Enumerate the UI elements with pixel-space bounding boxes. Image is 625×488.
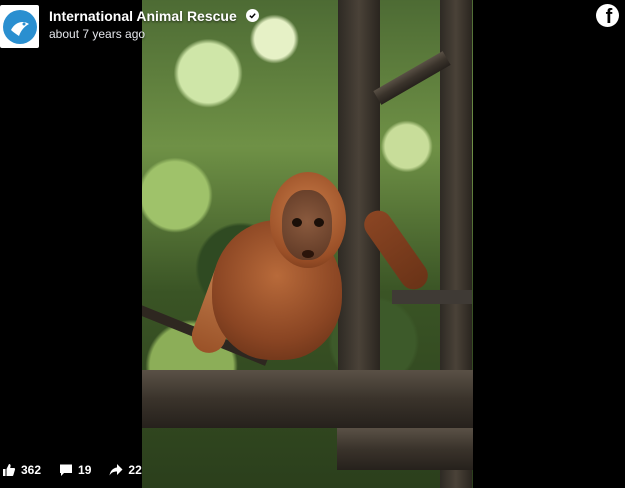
post-header: International Animal Rescue about 7 year… [0, 0, 625, 50]
facebook-icon[interactable]: f [596, 4, 619, 27]
like-button[interactable]: 362 [2, 463, 41, 477]
wooden-platform [142, 370, 473, 428]
like-count: 362 [21, 463, 42, 477]
page-avatar[interactable] [0, 5, 39, 48]
thumbs-up-icon [3, 464, 16, 476]
orangutan-mouth [302, 250, 314, 258]
page-logo-icon [2, 9, 37, 44]
engagement-bar: 362 19 22 [0, 458, 160, 482]
orangutan-eye [314, 218, 324, 227]
share-count: 22 [128, 463, 142, 477]
share-icon [109, 464, 123, 476]
wooden-platform [337, 428, 473, 470]
comment-button[interactable]: 19 [59, 463, 91, 477]
verified-badge-icon [246, 9, 259, 22]
post-timestamp[interactable]: about 7 years ago [49, 27, 145, 41]
metal-pole [392, 290, 472, 304]
post-photo[interactable] [142, 0, 473, 488]
comment-count: 19 [78, 463, 92, 477]
share-button[interactable]: 22 [109, 463, 142, 477]
orangutan-eye [292, 218, 302, 227]
comment-icon [60, 464, 73, 476]
page-name-link[interactable]: International Animal Rescue [49, 8, 237, 24]
